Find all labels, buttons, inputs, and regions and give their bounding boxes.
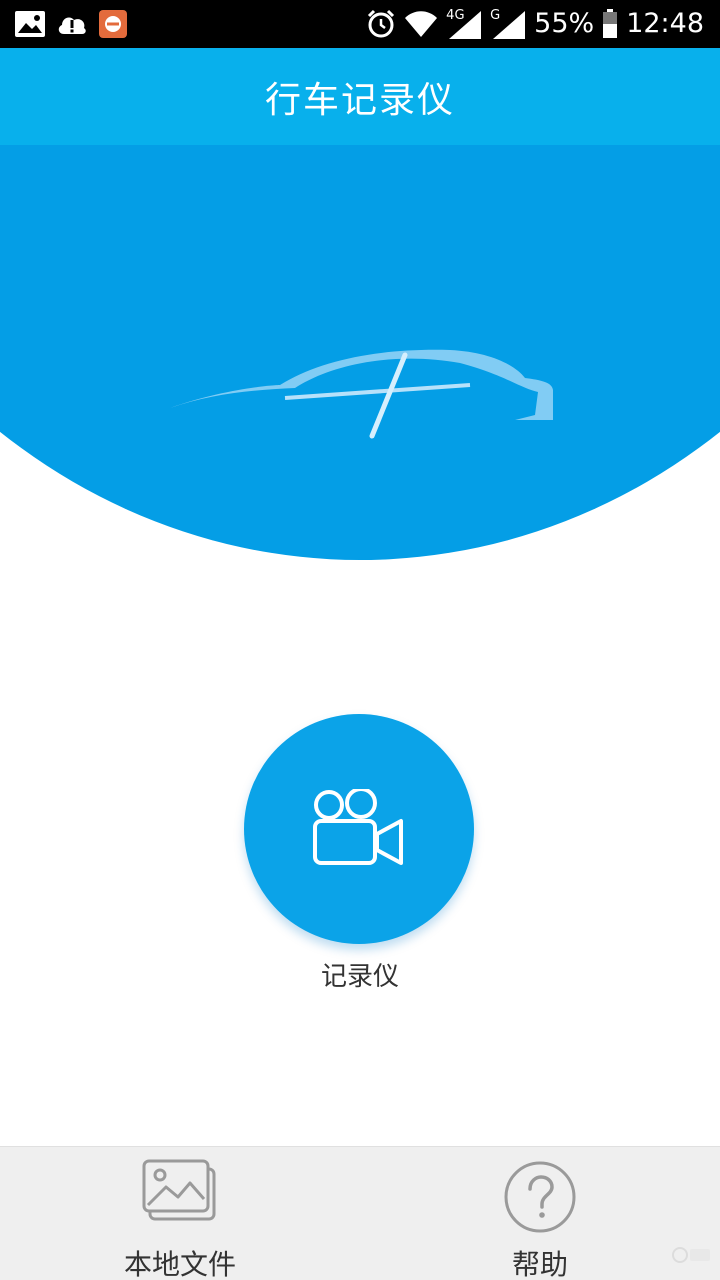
video-camera-icon — [313, 789, 403, 865]
signal-bars-icon — [449, 11, 482, 39]
alarm-icon — [368, 9, 395, 38]
watermark-icon — [672, 1247, 710, 1263]
nav-item-local-files[interactable]: 本地文件 — [0, 1147, 360, 1280]
image-notification-icon — [15, 11, 45, 37]
nav-label-help: 帮助 — [511, 1248, 568, 1280]
battery-percent: 55% — [534, 8, 595, 39]
battery-icon — [603, 9, 618, 38]
notification-icons — [14, 8, 128, 40]
help-icon — [504, 1161, 576, 1233]
car-illustration — [170, 349, 553, 439]
cloud-alert-icon — [58, 17, 86, 34]
nav-label-local-files: 本地文件 — [123, 1248, 236, 1280]
wifi-icon — [405, 11, 438, 37]
screen: 4G G 55% 12:48 行车记录仪 记录仪 本地文件 帮助 — [0, 0, 720, 1280]
system-status: 4G G 55% 12:48 — [366, 6, 704, 42]
status-bar: 4G G 55% 12:48 — [0, 0, 720, 48]
nav-item-help[interactable]: 帮助 — [360, 1147, 720, 1280]
clock: 12:48 — [626, 8, 704, 39]
app-header: 行车记录仪 — [0, 48, 720, 145]
recorder-button[interactable] — [244, 714, 474, 944]
page-title: 行车记录仪 — [264, 79, 455, 121]
app-notification-icon — [99, 10, 127, 38]
bottom-nav: 本地文件 帮助 — [0, 1146, 720, 1280]
gallery-icon — [142, 1159, 216, 1221]
recorder-label: 记录仪 — [320, 962, 399, 992]
signal-bars-icon — [493, 11, 526, 39]
signal-g: G — [490, 8, 526, 40]
signal-4g: 4G — [446, 8, 482, 40]
